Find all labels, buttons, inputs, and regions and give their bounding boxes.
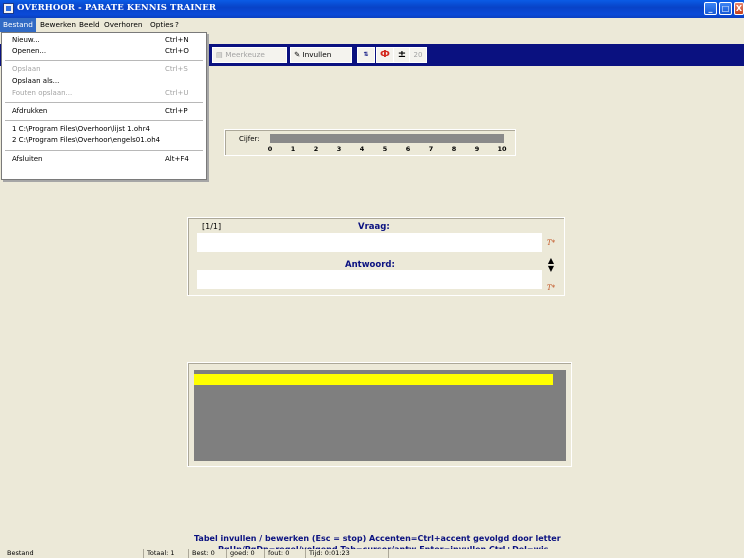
- accent-icon[interactable]: T*: [545, 235, 557, 249]
- cijfer-tick: 3: [336, 145, 342, 153]
- status-time: Tijd: 0:01:23: [305, 549, 389, 558]
- minimize-button[interactable]: _: [704, 2, 717, 15]
- menu-item-recent-2[interactable]: 2 C:\Program Files\Overhoor\engels01.oh4: [2, 135, 206, 146]
- meerkeuze-button[interactable]: ▤ Meerkeuze: [212, 47, 287, 63]
- app-icon[interactable]: [3, 3, 14, 14]
- cijfer-tick: 8: [451, 145, 457, 153]
- menu-separator: [5, 102, 203, 103]
- invullen-button[interactable]: ✎ Invullen: [290, 47, 352, 63]
- vraag-field[interactable]: [197, 233, 542, 252]
- menu-item-recent-1[interactable]: 1 C:\Program Files\Overhoor\lijst 1.ohr4: [2, 124, 206, 135]
- menu-help[interactable]: ?: [172, 18, 182, 32]
- menu-bestand[interactable]: Bestand: [0, 18, 36, 32]
- menu-item-opslaan-als[interactable]: Opslaan als...: [2, 76, 206, 87]
- menu-separator: [5, 150, 203, 151]
- menu-bar: Bestand Bewerken Beeld Overhoren Opties …: [0, 18, 744, 32]
- menu-item-nieuw[interactable]: Nieuw... Ctrl+N: [2, 35, 206, 46]
- status-mode: Bestand: [7, 549, 34, 557]
- status-empty: [388, 549, 744, 558]
- cijfer-tick: 9: [474, 145, 480, 153]
- invullen-label: Invullen: [302, 50, 332, 59]
- cijfer-tick: 10: [497, 145, 507, 153]
- antwoord-label: Antwoord:: [345, 260, 395, 270]
- title-bar: OVERHOOR - PARATE KENNIS TRAINER _ □ X: [0, 0, 744, 18]
- window-title: OVERHOOR - PARATE KENNIS TRAINER: [17, 3, 217, 13]
- hint-line-1: Tabel invullen / bewerken (Esc = stop) A…: [194, 534, 561, 543]
- menu-overhoren[interactable]: Overhoren: [101, 18, 145, 32]
- question-panel: [1/1] Vraag: T* Antwoord: ▲ ▼ T*: [187, 217, 565, 296]
- close-button[interactable]: X: [734, 2, 744, 15]
- menu-item-opslaan: Opslaan Ctrl+S: [12, 65, 188, 73]
- maximize-button[interactable]: □: [719, 2, 732, 15]
- status-best: Best: 0: [188, 549, 227, 558]
- status-bar: Bestand Totaal: 1 Best: 0 goed: 0 fout: …: [0, 549, 744, 558]
- menu-item-afdrukken[interactable]: Afdrukken Ctrl+P: [2, 106, 206, 117]
- file-menu-dropdown: Nieuw... Ctrl+N Openen... Ctrl+O Opslaan Ct…: [1, 32, 207, 180]
- cijfer-tick: 5: [382, 145, 388, 153]
- cijfer-tick: 0: [267, 145, 273, 153]
- cijfer-label: Cijfer:: [239, 135, 260, 143]
- menu-bewerken[interactable]: Bewerken: [37, 18, 79, 32]
- progress-area: [194, 370, 566, 461]
- count-button[interactable]: 20: [409, 47, 427, 63]
- list-icon: ▤: [216, 50, 226, 59]
- status-good: goed: 0: [226, 549, 265, 558]
- menu-item-fouten-opslaan: Fouten opslaan... Ctrl+U: [12, 89, 189, 97]
- cijfer-tick: 7: [428, 145, 434, 153]
- question-counter: [1/1]: [202, 222, 222, 231]
- antwoord-field[interactable]: [197, 270, 542, 289]
- menu-separator: [5, 120, 203, 121]
- progress-bar: [194, 374, 553, 385]
- cijfer-panel: Cijfer: 0 1 2 3 4 5 6 7 8 9 10: [224, 129, 516, 156]
- status-total: Totaal: 1: [143, 549, 189, 558]
- up-down-icon[interactable]: ▲ ▼: [545, 257, 557, 275]
- menu-item-openen[interactable]: Openen... Ctrl+O: [2, 46, 206, 57]
- menu-separator: [5, 60, 203, 61]
- vraag-label: Vraag:: [358, 222, 390, 232]
- progress-panel: [187, 362, 572, 467]
- cijfer-tick: 1: [290, 145, 296, 153]
- cijfer-tick: 4: [359, 145, 365, 153]
- accent-icon[interactable]: T*: [545, 280, 557, 294]
- meerkeuze-label: Meerkeuze: [225, 50, 265, 59]
- cijfer-tick: 2: [313, 145, 319, 153]
- timer-icon[interactable]: Ф: [376, 47, 394, 63]
- status-wrong: fout: 0: [264, 549, 306, 558]
- cijfer-tick: 6: [405, 145, 411, 153]
- menu-item-afsluiten[interactable]: Afsluiten Alt+F4: [2, 154, 206, 165]
- cijfer-bar: [270, 134, 504, 143]
- menu-beeld[interactable]: Beeld: [76, 18, 103, 32]
- swap-icon[interactable]: ⇅: [357, 47, 375, 63]
